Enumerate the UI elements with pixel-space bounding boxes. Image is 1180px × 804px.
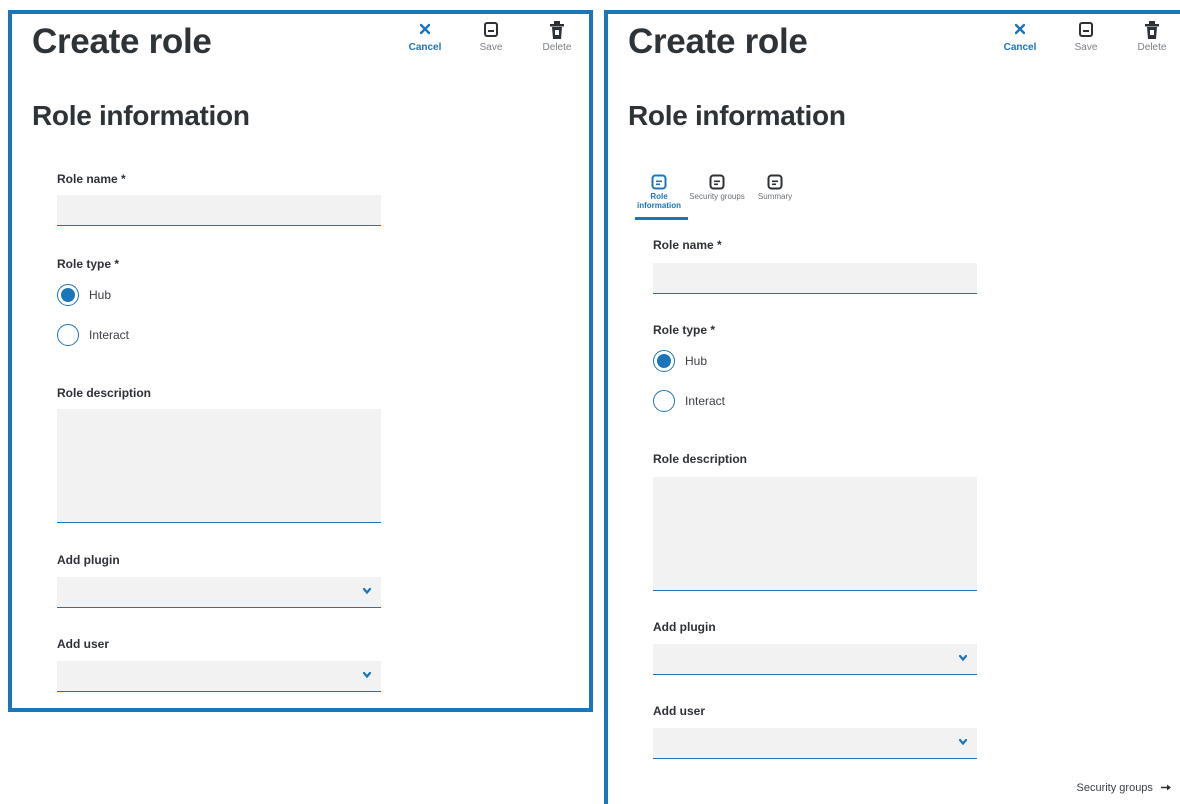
- role-description-textarea[interactable]: [653, 477, 977, 591]
- tab-label: Summary: [757, 192, 793, 201]
- role-name-input[interactable]: [57, 195, 381, 226]
- delete-button[interactable]: Delete: [1119, 20, 1180, 53]
- delete-button[interactable]: Delete: [524, 20, 590, 53]
- tab-role-information[interactable]: Role information: [630, 174, 688, 220]
- toolbar: Cancel Save Delete: [987, 20, 1180, 53]
- cancel-label: Cancel: [408, 42, 442, 53]
- role-type-label: Role type *: [653, 323, 716, 337]
- tab-security-groups[interactable]: Security groups: [688, 174, 746, 210]
- tab-label: Role information: [637, 192, 681, 210]
- radio-hub-label: Hub: [685, 354, 708, 368]
- add-plugin-label: Add plugin: [57, 553, 120, 567]
- add-user-label: Add user: [653, 704, 706, 718]
- radio-interact[interactable]: Interact: [653, 390, 725, 412]
- add-user-select[interactable]: [57, 661, 381, 692]
- radio-hub-circle: [653, 350, 675, 372]
- cancel-button[interactable]: Cancel: [392, 20, 458, 53]
- save-label: Save: [479, 42, 503, 53]
- section-title: Role information: [628, 100, 846, 131]
- chevron-down-icon: [958, 654, 968, 662]
- role-type-label: Role type *: [57, 257, 120, 271]
- chevron-down-icon: [958, 738, 968, 746]
- role-name-label: Role name *: [57, 172, 126, 186]
- page-title: Create role: [32, 22, 212, 61]
- document-icon: [767, 174, 783, 190]
- add-plugin-select[interactable]: [653, 644, 977, 675]
- role-description-label: Role description: [57, 386, 152, 400]
- radio-interact-label: Interact: [89, 328, 130, 342]
- floppy-disk-icon: [484, 22, 498, 37]
- tab-summary[interactable]: Summary: [746, 174, 804, 210]
- radio-interact-circle: [57, 324, 79, 346]
- create-role-panel-basic: Create role Cancel Save Delete Role info…: [8, 10, 593, 712]
- radio-hub-circle: [57, 284, 79, 306]
- trash-icon: [550, 21, 564, 39]
- add-user-label: Add user: [57, 637, 110, 651]
- create-role-panel-tabbed: Create role Cancel Save Delete Role info…: [604, 10, 1180, 804]
- tab-label: Security groups: [689, 192, 745, 201]
- save-button[interactable]: Save: [458, 20, 524, 53]
- role-description-textarea[interactable]: [57, 409, 381, 523]
- save-button[interactable]: Save: [1053, 20, 1119, 53]
- role-name-input[interactable]: [653, 263, 977, 294]
- delete-label: Delete: [542, 42, 572, 53]
- toolbar: Cancel Save Delete: [392, 20, 590, 53]
- save-label: Save: [1074, 42, 1098, 53]
- next-step-link[interactable]: Security groups: [1077, 782, 1173, 794]
- close-icon: [1015, 23, 1025, 35]
- delete-label: Delete: [1137, 42, 1167, 53]
- cancel-label: Cancel: [1003, 42, 1037, 53]
- radio-hub[interactable]: Hub: [653, 350, 707, 372]
- document-icon: [709, 174, 725, 190]
- add-plugin-select[interactable]: [57, 577, 381, 608]
- radio-interact-circle: [653, 390, 675, 412]
- role-name-label: Role name *: [653, 238, 722, 252]
- document-icon: [651, 174, 667, 190]
- chevron-down-icon: [362, 587, 372, 595]
- close-icon: [420, 23, 430, 35]
- section-title: Role information: [32, 100, 250, 131]
- trash-icon: [1145, 21, 1159, 39]
- role-description-label: Role description: [653, 452, 748, 466]
- radio-interact-label: Interact: [685, 394, 726, 408]
- radio-hub-label: Hub: [89, 288, 112, 302]
- add-user-select[interactable]: [653, 728, 977, 759]
- floppy-disk-icon: [1079, 22, 1093, 37]
- add-plugin-label: Add plugin: [653, 620, 716, 634]
- radio-hub[interactable]: Hub: [57, 284, 111, 306]
- wizard-tabs: Role information Security groups Summary: [630, 174, 804, 220]
- chevron-down-icon: [362, 671, 372, 679]
- cancel-button[interactable]: Cancel: [987, 20, 1053, 53]
- arrow-right-icon: [1161, 784, 1171, 791]
- radio-interact[interactable]: Interact: [57, 324, 129, 346]
- page-title: Create role: [628, 22, 808, 61]
- next-step-label: Security groups: [1076, 782, 1153, 794]
